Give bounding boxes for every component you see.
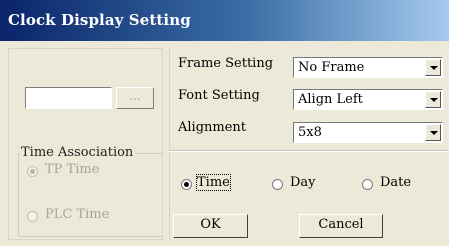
- chevron-down-icon[interactable]: [425, 124, 441, 141]
- alignment-select[interactable]: 5x8: [293, 122, 443, 143]
- font-setting-value: Align Left: [298, 92, 363, 107]
- day-label: Day: [290, 175, 316, 190]
- window-title: Clock Display Setting: [8, 11, 191, 29]
- divider: [169, 150, 449, 152]
- browse-button[interactable]: ...: [116, 87, 154, 109]
- chevron-down-icon[interactable]: [425, 59, 441, 76]
- date-label: Date: [380, 175, 412, 190]
- plc-time-label: PLC Time: [45, 207, 110, 222]
- time-radio[interactable]: [181, 179, 192, 190]
- font-setting-label: Font Setting: [178, 88, 260, 103]
- day-radio[interactable]: [272, 179, 283, 190]
- frame-setting-value: No Frame: [298, 60, 365, 75]
- alignment-value: 5x8: [298, 125, 322, 140]
- time-association-label: Time Association: [20, 145, 136, 160]
- time-label: Time: [196, 174, 231, 191]
- title-bar[interactable]: Clock Display Setting: [0, 0, 449, 41]
- chevron-down-icon[interactable]: [425, 91, 441, 108]
- ok-button[interactable]: OK: [173, 214, 248, 238]
- plc-time-radio[interactable]: [27, 211, 38, 222]
- frame-setting-label: Frame Setting: [178, 56, 274, 71]
- font-setting-select[interactable]: Align Left: [293, 89, 443, 110]
- tp-time-label: TP Time: [45, 162, 100, 177]
- clock-display-setting-dialog: Clock Display Setting ... Time Associati…: [0, 0, 449, 246]
- file-path-field[interactable]: [25, 87, 112, 109]
- alignment-label: Alignment: [178, 120, 247, 135]
- tp-time-radio[interactable]: [27, 166, 38, 177]
- frame-setting-select[interactable]: No Frame: [293, 57, 443, 78]
- date-radio[interactable]: [362, 179, 373, 190]
- cancel-button[interactable]: Cancel: [299, 214, 383, 238]
